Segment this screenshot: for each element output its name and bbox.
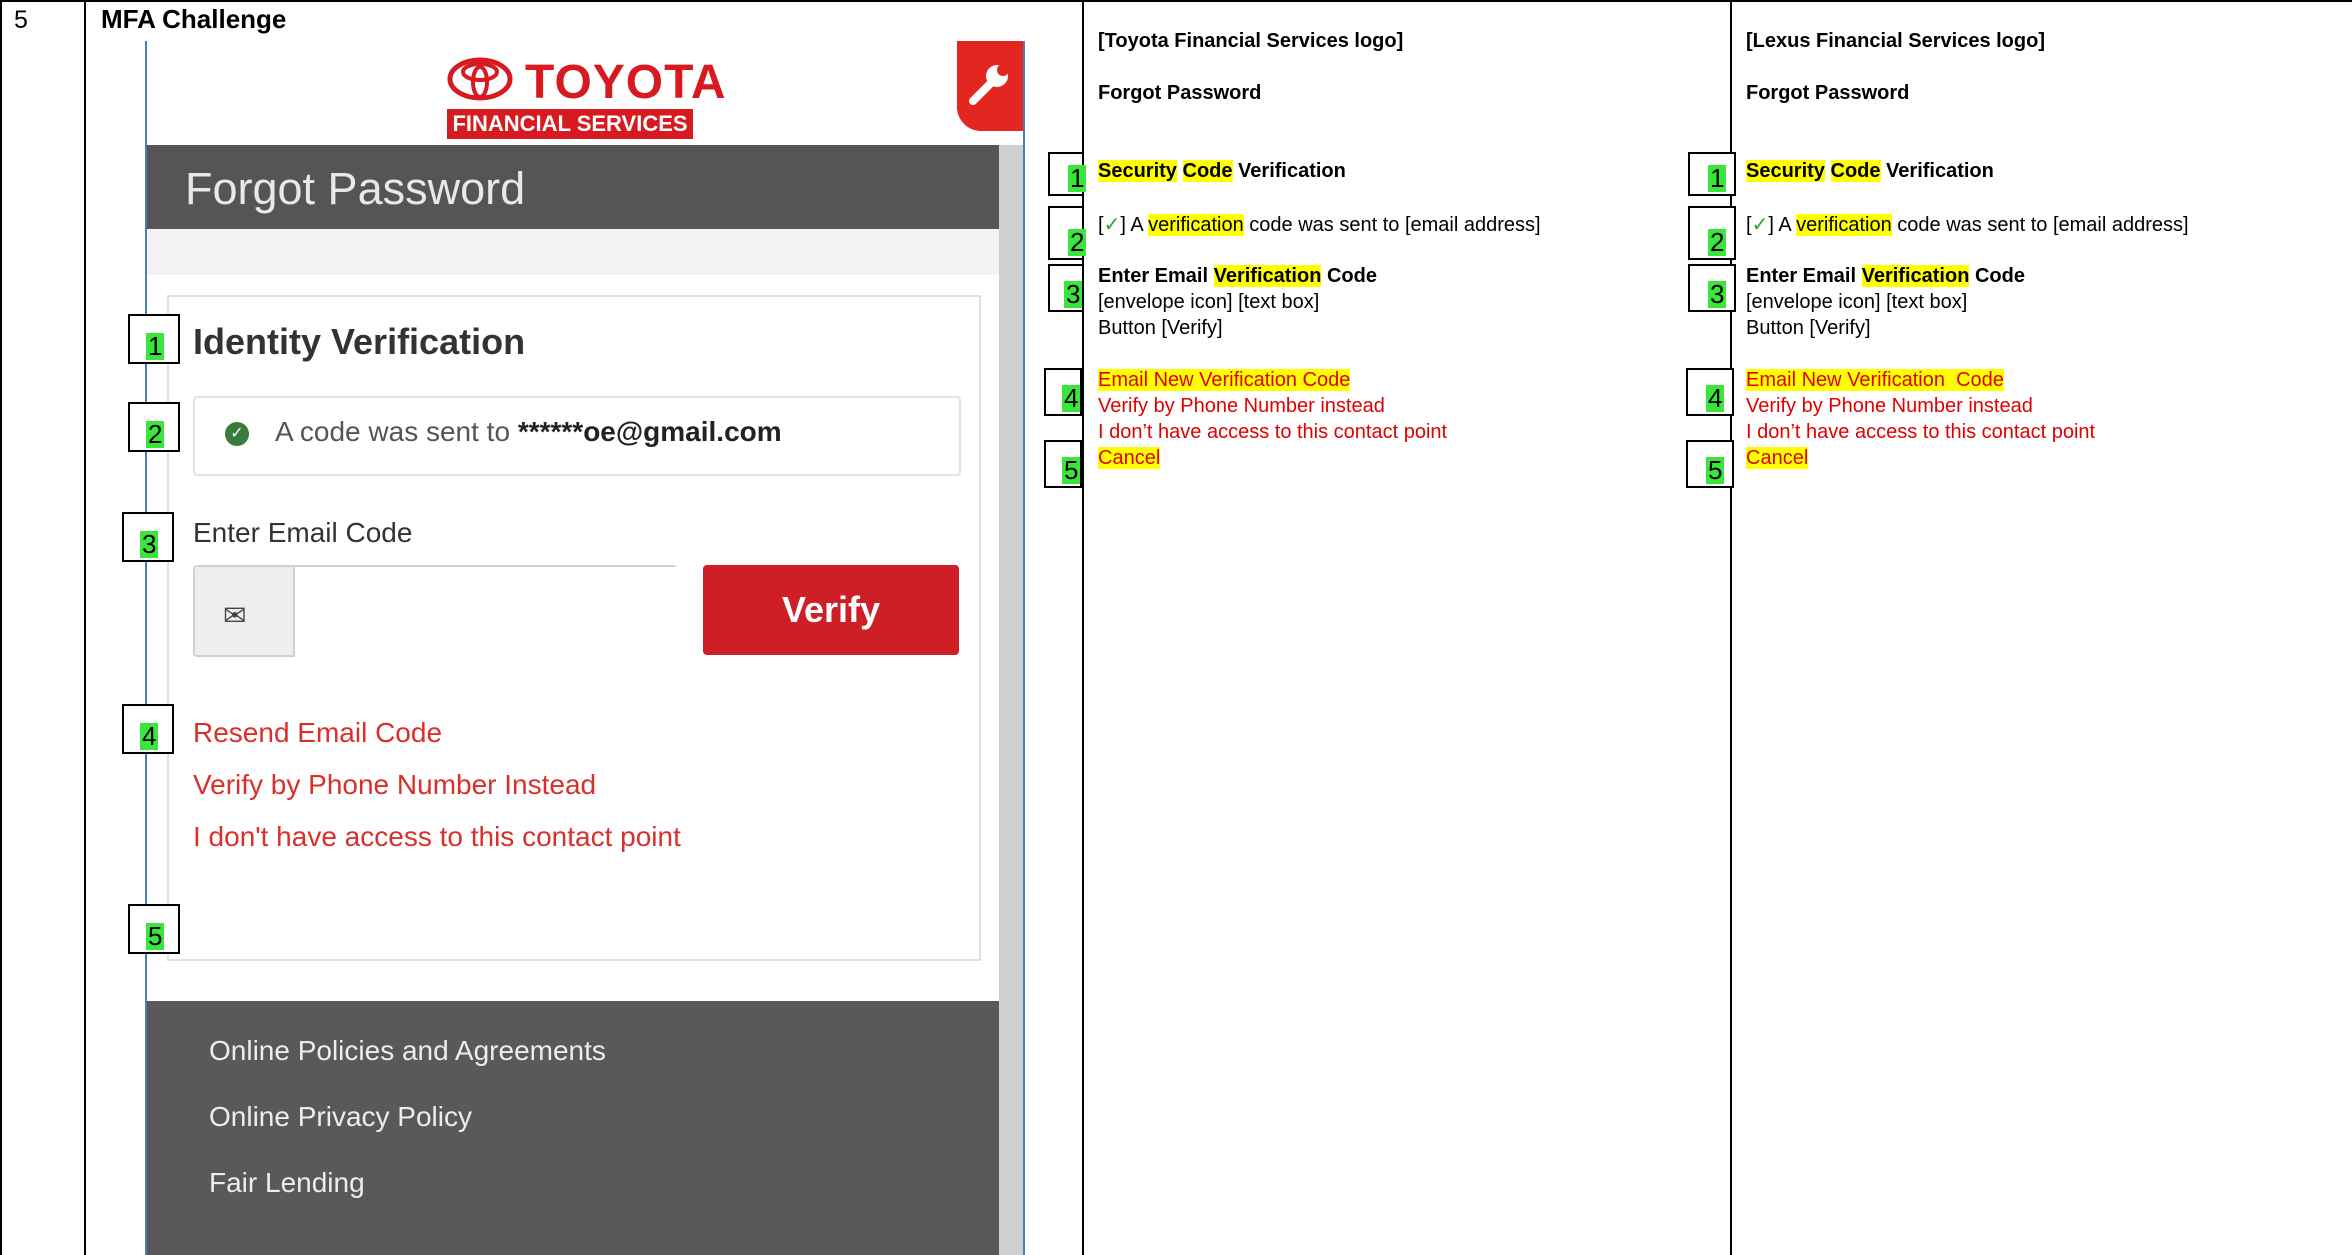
spec-section-title: Security Code Verification: [1098, 160, 1346, 182]
lexus-callout-4: 4: [1686, 368, 1734, 416]
toyota-emblem-icon: [447, 57, 513, 101]
status-alert: ✓ A code was sent to ******oe@gmail.com: [193, 396, 961, 476]
table-border-col1: [84, 0, 86, 1255]
spec-logo: [Toyota Financial Services logo]: [1098, 30, 1404, 52]
footer-link-privacy[interactable]: Online Privacy Policy: [209, 1101, 472, 1133]
card-title: Identity Verification: [193, 321, 526, 362]
toyota-callout-5: 5: [1044, 440, 1082, 488]
spec-link-cancel: Cancel: [1746, 447, 1809, 469]
table-border-left: [0, 0, 2, 1255]
alert-text: A code was sent to ******oe@gmail.com: [275, 416, 782, 448]
verification-card: Identity Verification ✓ A code was sent …: [167, 295, 981, 961]
input-addon: ✉: [195, 567, 295, 655]
verify-by-phone-link[interactable]: Verify by Phone Number Instead: [193, 769, 596, 801]
spec-icons-line: [envelope icon] [text box]: [1098, 291, 1320, 313]
lexus-callout-1: 1: [1688, 152, 1736, 196]
site-header: TOYOTA FINANCIAL SERVICES: [147, 41, 1023, 147]
wrench-icon: [969, 64, 1009, 105]
scrollbar[interactable]: [999, 145, 1023, 1255]
spec-link-phone: Verify by Phone Number instead: [1098, 395, 1385, 417]
toyota-callout-1: 1: [1048, 152, 1087, 196]
page-title: Forgot Password: [185, 163, 526, 214]
masked-email: ******oe@gmail.com: [517, 416, 782, 447]
site-footer: Online Policies and Agreements Online Pr…: [147, 1001, 999, 1255]
spec-link-resend: Email New Verification Code: [1098, 369, 1351, 391]
spec-logo: [Lexus Financial Services logo]: [1746, 30, 2045, 52]
logo-brand: TOYOTA: [525, 56, 727, 109]
spec-link-phone: Verify by Phone Number instead: [1746, 395, 2033, 417]
toyota-callout-3: 3: [1048, 264, 1084, 312]
spec-sent-line: [✓] A verification code was sent to [ema…: [1746, 214, 2189, 236]
logo-subtitle: FINANCIAL SERVICES: [447, 109, 693, 139]
toyota-callout-4: 4: [1044, 368, 1082, 416]
spec-section-title: Security Code Verification: [1746, 160, 1994, 182]
spec-table: 5 MFA Challenge TOYOTA FINANCIAL SERVICE…: [0, 0, 2352, 1255]
table-top-border: [0, 0, 2352, 2]
envelope-icon: ✉: [223, 600, 247, 631]
callout-1: 1: [128, 314, 180, 364]
resend-code-link[interactable]: Resend Email Code: [193, 717, 442, 749]
row-number: 5: [14, 6, 28, 34]
footer-link-policies[interactable]: Online Policies and Agreements: [209, 1035, 606, 1067]
check-icon: ✓: [1103, 214, 1121, 236]
footer-link-fair-lending[interactable]: Fair Lending: [209, 1167, 365, 1199]
code-input[interactable]: [295, 567, 677, 657]
spec-link-cancel: Cancel: [1098, 447, 1161, 469]
check-icon: ✓: [1751, 214, 1769, 236]
code-input-group: ✉: [193, 565, 677, 657]
spec-link-resend: Email New Verification Code: [1746, 369, 2004, 391]
spec-enter-code: Enter Email Verification Code: [1746, 265, 2025, 287]
callout-5: 5: [128, 904, 180, 954]
callout-2: 2: [128, 402, 180, 452]
callout-4: 4: [122, 704, 174, 754]
row-title: MFA Challenge: [101, 4, 287, 34]
lexus-callout-2: 2: [1688, 206, 1736, 260]
banner-spacer: [147, 229, 999, 275]
wrench-button[interactable]: [957, 41, 1023, 131]
verify-button[interactable]: Verify: [703, 565, 959, 655]
lexus-callout-3: 3: [1688, 264, 1736, 312]
alert-prefix: A code was sent to: [275, 416, 518, 447]
spec-link-no-access: I don’t have access to this contact poin…: [1098, 421, 1448, 443]
spec-page-title: Forgot Password: [1746, 82, 1910, 104]
spec-sent-line: [✓] A verification code was sent to [ema…: [1098, 214, 1541, 236]
spec-enter-code: Enter Email Verification Code: [1098, 265, 1377, 287]
check-icon: ✓: [225, 422, 249, 446]
page-banner: Forgot Password: [147, 145, 999, 229]
spec-link-no-access: I don’t have access to this contact poin…: [1746, 421, 2096, 443]
spec-button-line: Button [Verify]: [1098, 317, 1223, 339]
spec-page-title: Forgot Password: [1098, 82, 1262, 104]
toyota-logo: TOYOTA FINANCIAL SERVICES: [447, 55, 747, 139]
spec-icons-line: [envelope icon] [text box]: [1746, 291, 1968, 313]
screenshot-panel: TOYOTA FINANCIAL SERVICES Forgot Passwor…: [145, 41, 1025, 1255]
no-access-link[interactable]: I don't have access to this contact poin…: [193, 821, 681, 853]
callout-3: 3: [122, 512, 174, 562]
spec-button-line: Button [Verify]: [1746, 317, 1871, 339]
code-field-label: Enter Email Code: [193, 517, 413, 548]
toyota-callout-2: 2: [1048, 206, 1087, 260]
lexus-callout-5: 5: [1686, 440, 1734, 488]
